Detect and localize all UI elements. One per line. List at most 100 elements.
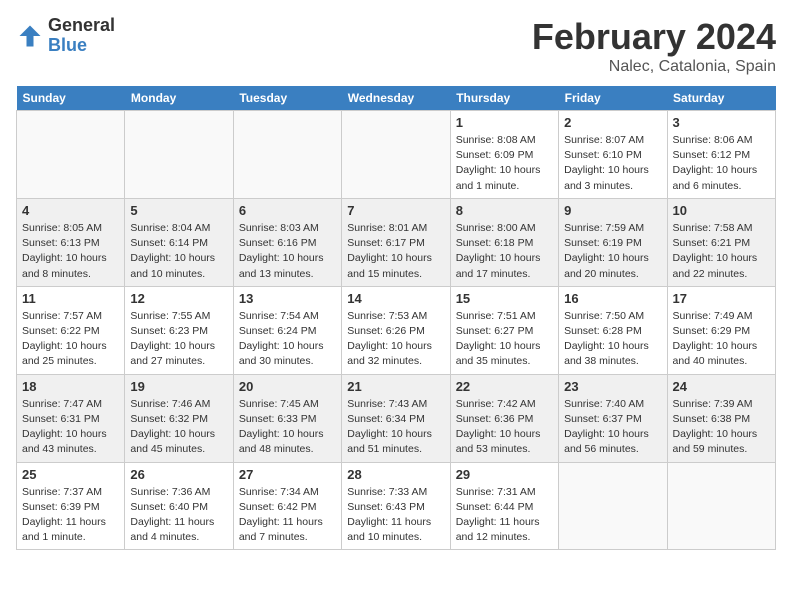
day-detail: Sunrise: 8:01 AM Sunset: 6:17 PM Dayligh… [347, 221, 444, 282]
calendar-table: SundayMondayTuesdayWednesdayThursdayFrid… [16, 86, 776, 550]
calendar-cell: 17 Sunrise: 7:49 AM Sunset: 6:29 PM Dayli… [667, 286, 775, 374]
day-detail: Sunrise: 7:39 AM Sunset: 6:38 PM Dayligh… [673, 397, 770, 458]
day-number: 21 [347, 379, 444, 394]
day-detail: Sunrise: 8:06 AM Sunset: 6:12 PM Dayligh… [673, 133, 770, 194]
day-detail: Sunrise: 8:05 AM Sunset: 6:13 PM Dayligh… [22, 221, 119, 282]
calendar-cell [559, 462, 667, 550]
calendar-cell: 18 Sunrise: 7:47 AM Sunset: 6:31 PM Dayli… [17, 374, 125, 462]
day-number: 29 [456, 467, 553, 482]
day-number: 16 [564, 291, 661, 306]
day-detail: Sunrise: 7:40 AM Sunset: 6:37 PM Dayligh… [564, 397, 661, 458]
day-number: 4 [22, 203, 119, 218]
calendar-cell: 3 Sunrise: 8:06 AM Sunset: 6:12 PM Daylig… [667, 111, 775, 199]
day-number: 10 [673, 203, 770, 218]
day-detail: Sunrise: 7:45 AM Sunset: 6:33 PM Dayligh… [239, 397, 336, 458]
calendar-week-row: 11 Sunrise: 7:57 AM Sunset: 6:22 PM Dayli… [17, 286, 776, 374]
calendar-cell: 11 Sunrise: 7:57 AM Sunset: 6:22 PM Dayli… [17, 286, 125, 374]
day-detail: Sunrise: 7:42 AM Sunset: 6:36 PM Dayligh… [456, 397, 553, 458]
day-number: 9 [564, 203, 661, 218]
day-detail: Sunrise: 7:36 AM Sunset: 6:40 PM Dayligh… [130, 485, 227, 546]
calendar-cell: 1Sunrise: 8:08 AM Sunset: 6:09 PM Daylig… [450, 111, 558, 199]
day-detail: Sunrise: 7:50 AM Sunset: 6:28 PM Dayligh… [564, 309, 661, 370]
day-number: 24 [673, 379, 770, 394]
calendar-cell: 6 Sunrise: 8:03 AM Sunset: 6:16 PM Daylig… [233, 198, 341, 286]
calendar-location: Nalec, Catalonia, Spain [532, 58, 776, 76]
calendar-cell: 12 Sunrise: 7:55 AM Sunset: 6:23 PM Dayli… [125, 286, 233, 374]
day-number: 28 [347, 467, 444, 482]
calendar-title: February 2024 [532, 16, 776, 58]
calendar-cell: 25Sunrise: 7:37 AM Sunset: 6:39 PM Dayli… [17, 462, 125, 550]
day-number: 22 [456, 379, 553, 394]
logo-blue-text: Blue [48, 36, 115, 56]
day-number: 13 [239, 291, 336, 306]
calendar-cell: 20 Sunrise: 7:45 AM Sunset: 6:33 PM Dayli… [233, 374, 341, 462]
calendar-cell: 28 Sunrise: 7:33 AM Sunset: 6:43 PM Dayli… [342, 462, 450, 550]
day-number: 2 [564, 115, 661, 130]
calendar-cell [17, 111, 125, 199]
day-detail: Sunrise: 7:55 AM Sunset: 6:23 PM Dayligh… [130, 309, 227, 370]
calendar-cell: 23Sunrise: 7:40 AM Sunset: 6:37 PM Dayli… [559, 374, 667, 462]
col-header-monday: Monday [125, 86, 233, 111]
calendar-cell: 24 Sunrise: 7:39 AM Sunset: 6:38 PM Dayli… [667, 374, 775, 462]
calendar-cell: 29 Sunrise: 7:31 AM Sunset: 6:44 PM Dayli… [450, 462, 558, 550]
day-number: 8 [456, 203, 553, 218]
calendar-cell: 15Sunrise: 7:51 AM Sunset: 6:27 PM Dayli… [450, 286, 558, 374]
day-detail: Sunrise: 8:08 AM Sunset: 6:09 PM Dayligh… [456, 133, 553, 194]
day-detail: Sunrise: 8:07 AM Sunset: 6:10 PM Dayligh… [564, 133, 661, 194]
day-detail: Sunrise: 7:33 AM Sunset: 6:43 PM Dayligh… [347, 485, 444, 546]
logo-icon [16, 22, 44, 50]
calendar-cell: 19 Sunrise: 7:46 AM Sunset: 6:32 PM Dayli… [125, 374, 233, 462]
logo-general-text: General [48, 16, 115, 36]
day-detail: Sunrise: 8:00 AM Sunset: 6:18 PM Dayligh… [456, 221, 553, 282]
day-detail: Sunrise: 7:58 AM Sunset: 6:21 PM Dayligh… [673, 221, 770, 282]
logo: General Blue [16, 16, 115, 56]
col-header-wednesday: Wednesday [342, 86, 450, 111]
calendar-week-row: 25Sunrise: 7:37 AM Sunset: 6:39 PM Dayli… [17, 462, 776, 550]
day-number: 12 [130, 291, 227, 306]
col-header-tuesday: Tuesday [233, 86, 341, 111]
day-number: 17 [673, 291, 770, 306]
calendar-cell: 22 Sunrise: 7:42 AM Sunset: 6:36 PM Dayli… [450, 374, 558, 462]
calendar-cell: 14 Sunrise: 7:53 AM Sunset: 6:26 PM Dayli… [342, 286, 450, 374]
day-detail: Sunrise: 7:54 AM Sunset: 6:24 PM Dayligh… [239, 309, 336, 370]
calendar-header-row: SundayMondayTuesdayWednesdayThursdayFrid… [17, 86, 776, 111]
calendar-cell: 8 Sunrise: 8:00 AM Sunset: 6:18 PM Daylig… [450, 198, 558, 286]
calendar-cell [125, 111, 233, 199]
calendar-cell: 26Sunrise: 7:36 AM Sunset: 6:40 PM Dayli… [125, 462, 233, 550]
day-detail: Sunrise: 7:57 AM Sunset: 6:22 PM Dayligh… [22, 309, 119, 370]
day-number: 20 [239, 379, 336, 394]
day-number: 18 [22, 379, 119, 394]
day-number: 25 [22, 467, 119, 482]
col-header-thursday: Thursday [450, 86, 558, 111]
page-header: General Blue February 2024 Nalec, Catalo… [16, 16, 776, 76]
day-detail: Sunrise: 7:59 AM Sunset: 6:19 PM Dayligh… [564, 221, 661, 282]
title-block: February 2024 Nalec, Catalonia, Spain [532, 16, 776, 76]
col-header-sunday: Sunday [17, 86, 125, 111]
day-number: 19 [130, 379, 227, 394]
day-number: 6 [239, 203, 336, 218]
calendar-cell: 2 Sunrise: 8:07 AM Sunset: 6:10 PM Daylig… [559, 111, 667, 199]
calendar-cell: 7Sunrise: 8:01 AM Sunset: 6:17 PM Daylig… [342, 198, 450, 286]
calendar-cell: 13 Sunrise: 7:54 AM Sunset: 6:24 PM Dayli… [233, 286, 341, 374]
day-number: 14 [347, 291, 444, 306]
calendar-cell: 9 Sunrise: 7:59 AM Sunset: 6:19 PM Daylig… [559, 198, 667, 286]
day-detail: Sunrise: 7:49 AM Sunset: 6:29 PM Dayligh… [673, 309, 770, 370]
calendar-cell [233, 111, 341, 199]
logo-text: General Blue [48, 16, 115, 56]
calendar-cell: 27Sunrise: 7:34 AM Sunset: 6:42 PM Dayli… [233, 462, 341, 550]
day-detail: Sunrise: 7:34 AM Sunset: 6:42 PM Dayligh… [239, 485, 336, 546]
calendar-cell: 10 Sunrise: 7:58 AM Sunset: 6:21 PM Dayli… [667, 198, 775, 286]
day-detail: Sunrise: 8:03 AM Sunset: 6:16 PM Dayligh… [239, 221, 336, 282]
day-detail: Sunrise: 7:47 AM Sunset: 6:31 PM Dayligh… [22, 397, 119, 458]
day-detail: Sunrise: 7:31 AM Sunset: 6:44 PM Dayligh… [456, 485, 553, 546]
day-detail: Sunrise: 7:53 AM Sunset: 6:26 PM Dayligh… [347, 309, 444, 370]
calendar-week-row: 1Sunrise: 8:08 AM Sunset: 6:09 PM Daylig… [17, 111, 776, 199]
calendar-cell: 21 Sunrise: 7:43 AM Sunset: 6:34 PM Dayli… [342, 374, 450, 462]
calendar-cell [342, 111, 450, 199]
calendar-cell: 4 Sunrise: 8:05 AM Sunset: 6:13 PM Daylig… [17, 198, 125, 286]
day-number: 3 [673, 115, 770, 130]
day-detail: Sunrise: 7:43 AM Sunset: 6:34 PM Dayligh… [347, 397, 444, 458]
calendar-week-row: 18 Sunrise: 7:47 AM Sunset: 6:31 PM Dayli… [17, 374, 776, 462]
day-detail: Sunrise: 7:46 AM Sunset: 6:32 PM Dayligh… [130, 397, 227, 458]
day-number: 11 [22, 291, 119, 306]
